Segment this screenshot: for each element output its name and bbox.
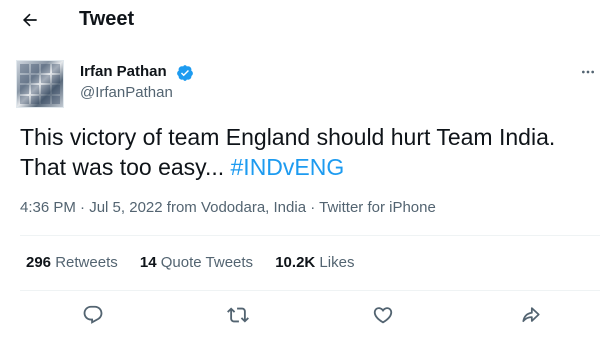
- divider: [20, 235, 600, 236]
- stat-quote-tweets[interactable]: 14 Quote Tweets: [140, 254, 253, 271]
- tweet-text: This victory of team England should hurt…: [20, 122, 590, 182]
- reply-button[interactable]: [80, 302, 106, 328]
- stat-retweets[interactable]: 296 Retweets: [26, 254, 118, 271]
- back-arrow-icon: [22, 13, 37, 27]
- divider: [20, 290, 600, 291]
- stat-label: Quote Tweets: [160, 254, 254, 271]
- retweet-button[interactable]: [225, 302, 251, 328]
- stat-label: Retweets: [55, 254, 118, 271]
- avatar[interactable]: [16, 60, 64, 108]
- more-icon: [582, 70, 594, 74]
- share-button[interactable]: [517, 302, 543, 328]
- top-bar: Tweet: [0, 0, 600, 40]
- verified-badge-icon: [176, 64, 194, 82]
- author-name[interactable]: Irfan Pathan: [80, 63, 167, 81]
- tweet-text-line2-body: That was too easy...: [20, 154, 231, 180]
- hashtag-link[interactable]: #INDvENG: [231, 154, 345, 180]
- tweet-text-line2: That was too easy... #INDvENG: [20, 152, 590, 182]
- tweet-time[interactable]: 4:36 PM: [20, 199, 76, 216]
- tweet-date[interactable]: Jul 5, 2022: [89, 199, 162, 216]
- back-button[interactable]: [16, 6, 44, 34]
- tweet-text-line1: This victory of team England should hurt…: [20, 124, 556, 150]
- tweet-client[interactable]: Twitter for iPhone: [319, 199, 436, 216]
- stat-label: Likes: [319, 254, 355, 271]
- stat-count: 14: [139, 254, 157, 271]
- meta-separator: ·: [75, 199, 90, 216]
- tweet-stats: 296 Retweets 14 Quote Tweets 10.2K Likes: [26, 254, 372, 272]
- stat-likes[interactable]: 10.2K Likes: [275, 254, 354, 271]
- more-button[interactable]: [580, 64, 596, 80]
- page-title: Tweet: [79, 8, 135, 30]
- like-icon: [373, 307, 393, 324]
- retweet-icon: [227, 307, 249, 323]
- avatar-image: [20, 64, 60, 104]
- reply-icon: [83, 305, 103, 324]
- tweet-location: from Vododara, India: [162, 199, 307, 216]
- tweet-meta: 4:36 PM · Jul 5, 2022 from Vododara, Ind…: [20, 199, 436, 217]
- stat-count: 10.2K: [275, 254, 316, 271]
- share-icon: [522, 307, 540, 323]
- author-handle[interactable]: @IrfanPathan: [80, 84, 173, 102]
- action-bar: [0, 300, 600, 330]
- meta-separator: ·: [306, 199, 320, 216]
- like-button[interactable]: [370, 302, 396, 328]
- stat-count: 296: [26, 254, 52, 271]
